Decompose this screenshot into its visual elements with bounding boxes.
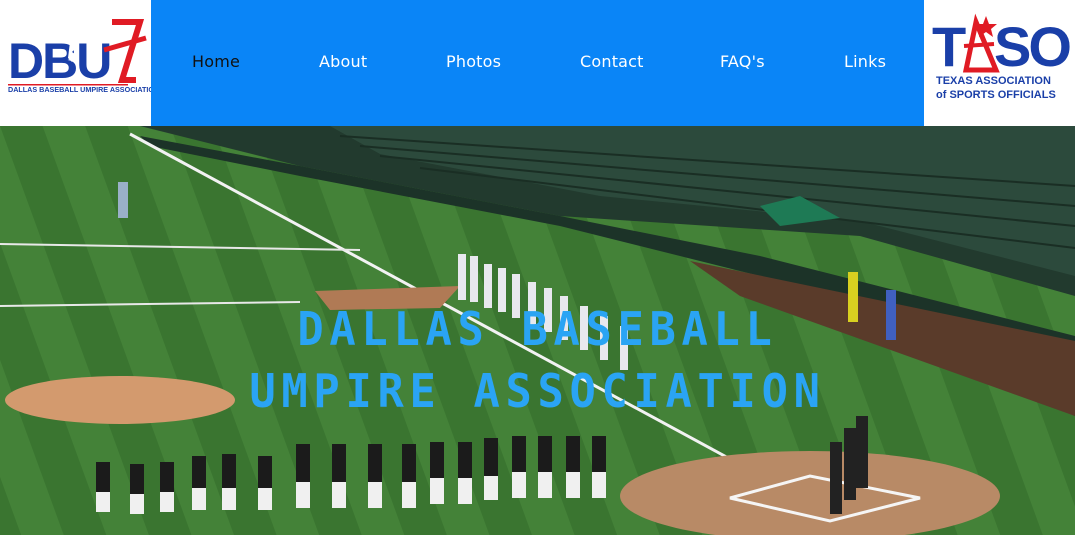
nav-links[interactable]: Links <box>844 52 886 71</box>
nav-faqs[interactable]: FAQ's <box>720 52 765 71</box>
taso-logo[interactable]: T SO TEXAS ASSOCIATION of SPORTS OFFICIA… <box>924 0 1075 126</box>
nav-contact[interactable]: Contact <box>580 52 644 71</box>
dbua-logo-subtitle: DALLAS BASEBALL UMPIRE ASSOCIATION <box>8 85 151 94</box>
hero-title-line1: DALLAS BASEBALL <box>297 302 778 356</box>
hero-banner: DALLAS BASEBALL UMPIRE ASSOCIATION <box>0 126 1075 535</box>
main-nav: Home About Photos Contact FAQ's Links <box>151 0 924 126</box>
taso-logo-line1: TEXAS ASSOCIATION <box>936 75 1051 87</box>
dbua-logo-graphic: DBU DALLAS BASEBALL UMPIRE ASSOCIATION <box>8 19 159 94</box>
nav-about[interactable]: About <box>319 52 367 71</box>
site-header: DBU DALLAS BASEBALL UMPIRE ASSOCIATION H… <box>0 0 1075 126</box>
dbua-logo[interactable]: DBU DALLAS BASEBALL UMPIRE ASSOCIATION <box>0 0 159 126</box>
taso-logo-graphic: T SO TEXAS ASSOCIATION of SPORTS OFFICIA… <box>932 13 1073 101</box>
hero-title-line2: UMPIRE ASSOCIATION <box>249 364 826 418</box>
svg-text:T: T <box>932 15 966 78</box>
nav-photos[interactable]: Photos <box>446 52 501 71</box>
svg-text:DBU: DBU <box>8 33 110 89</box>
svg-text:SO: SO <box>994 15 1070 78</box>
taso-logo-line2: of SPORTS OFFICIALS <box>936 89 1056 101</box>
nav-home[interactable]: Home <box>192 52 240 71</box>
